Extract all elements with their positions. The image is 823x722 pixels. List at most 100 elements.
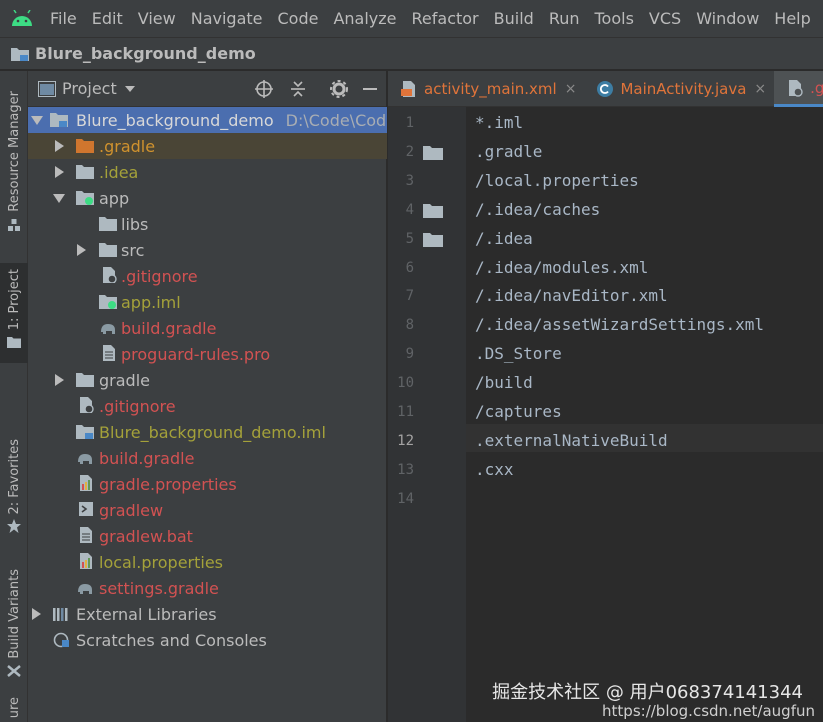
tree-row-project-iml[interactable]: Blure_background_demo.iml bbox=[28, 419, 387, 445]
tree-row-libs[interactable]: libs bbox=[28, 211, 387, 237]
star-icon bbox=[7, 518, 21, 533]
menu-bar: File Edit View Navigate Code Analyze Ref… bbox=[0, 0, 823, 37]
close-icon[interactable]: × bbox=[565, 81, 577, 97]
tree-row-local-properties[interactable]: local.properties bbox=[28, 549, 387, 575]
tab-gitignore[interactable]: .giti bbox=[774, 71, 823, 107]
java-class-icon bbox=[597, 81, 614, 97]
code-line: /build bbox=[475, 373, 533, 393]
tree-row-proguard[interactable]: proguard-rules.pro bbox=[28, 341, 387, 367]
chevron-right-icon[interactable] bbox=[55, 374, 64, 386]
resource-manager-tab[interactable]: Resource Manager bbox=[0, 91, 28, 232]
menu-help[interactable]: Help bbox=[774, 0, 810, 37]
menu-navigate[interactable]: Navigate bbox=[191, 0, 263, 37]
tree-label: gradlew bbox=[99, 500, 164, 520]
folder-icon bbox=[99, 243, 117, 257]
tree-row-app[interactable]: app bbox=[28, 185, 387, 211]
code-line: /.idea bbox=[475, 228, 533, 248]
menu-analyze[interactable]: Analyze bbox=[333, 0, 396, 37]
tree-label: build.gradle bbox=[99, 448, 195, 468]
gear-icon[interactable] bbox=[330, 80, 348, 98]
code-line: /local.properties bbox=[475, 170, 639, 190]
tree-label: gradle.properties bbox=[99, 474, 237, 494]
watermark-url: https://blog.csdn.net/augfun bbox=[602, 702, 815, 720]
tree-row-app-build-gradle[interactable]: build.gradle bbox=[28, 315, 387, 341]
line-number: 11 bbox=[397, 404, 414, 420]
tree-row-gradle-properties[interactable]: gradle.properties bbox=[28, 471, 387, 497]
tree-row-gradle-folder[interactable]: gradle bbox=[28, 367, 387, 393]
menu-tools[interactable]: Tools bbox=[595, 0, 634, 37]
tree-row-external-libraries[interactable]: External Libraries bbox=[28, 601, 387, 627]
tab-mainactivity-java[interactable]: MainActivity.java × bbox=[584, 71, 774, 107]
menu-view[interactable]: View bbox=[138, 0, 176, 37]
collapse-all-icon[interactable] bbox=[289, 80, 307, 98]
project-panel-header: Project bbox=[28, 71, 386, 107]
properties-file-icon bbox=[80, 553, 92, 569]
chevron-right-icon[interactable] bbox=[55, 140, 64, 152]
excluded-folder-icon bbox=[76, 139, 94, 153]
line-number: 1 bbox=[405, 115, 414, 131]
bottom-tab[interactable]: ure bbox=[0, 697, 28, 718]
favorites-tab[interactable]: 2: Favorites bbox=[0, 439, 28, 533]
menu-file[interactable]: File bbox=[50, 0, 77, 37]
locate-icon[interactable] bbox=[255, 80, 273, 98]
tree-label: Scratches and Consoles bbox=[76, 630, 267, 650]
tree-row-idea[interactable]: .idea bbox=[28, 159, 387, 185]
menu-refactor[interactable]: Refactor bbox=[412, 0, 479, 37]
editor-tab-bar: activity_main.xml × MainActivity.java × … bbox=[388, 71, 823, 107]
close-icon[interactable]: × bbox=[754, 81, 766, 97]
bottom-tab-label: ure bbox=[6, 697, 22, 719]
tree-row-gradlew[interactable]: gradlew bbox=[28, 497, 387, 523]
tree-row-app-gitignore[interactable]: .gitignore bbox=[28, 263, 387, 289]
project-view-icon bbox=[38, 80, 56, 97]
chevron-right-icon[interactable] bbox=[32, 608, 41, 620]
tree-label: proguard-rules.pro bbox=[121, 344, 271, 364]
chevron-down-icon[interactable] bbox=[53, 194, 65, 203]
build-variants-tab[interactable]: Build Variants bbox=[0, 569, 28, 677]
project-view-selector[interactable]: Project bbox=[62, 79, 117, 98]
tree-label: src bbox=[121, 240, 145, 260]
chevron-right-icon[interactable] bbox=[55, 166, 64, 178]
code-line: /.idea/assetWizardSettings.xml bbox=[475, 315, 764, 335]
scratches-icon bbox=[53, 632, 69, 648]
breadcrumb[interactable]: Blure_background_demo bbox=[35, 44, 256, 63]
tree-label: local.properties bbox=[99, 552, 224, 572]
line-number: 13 bbox=[397, 461, 414, 478]
tree-row-app-iml[interactable]: app.iml bbox=[28, 289, 387, 315]
menu-build[interactable]: Build bbox=[494, 0, 534, 37]
menu-run[interactable]: Run bbox=[549, 0, 580, 37]
tree-row-src[interactable]: src bbox=[28, 237, 387, 263]
tab-label: .giti bbox=[810, 78, 823, 97]
project-tab[interactable]: 1: Project bbox=[0, 263, 28, 363]
tree-label: Blure_background_demoD:\Code\Code_f bbox=[76, 111, 387, 130]
menu-code[interactable]: Code bbox=[278, 0, 319, 37]
menu-edit[interactable]: Edit bbox=[92, 0, 123, 37]
chevron-right-icon[interactable] bbox=[77, 244, 86, 256]
navigation-bar: Blure_background_demo bbox=[0, 37, 823, 70]
code-editor[interactable]: *.iml .gradle/local.properties /.idea/cach… bbox=[466, 107, 823, 722]
tab-label: MainActivity.java bbox=[620, 80, 747, 98]
build-variants-icon bbox=[7, 664, 21, 677]
chevron-down-icon[interactable] bbox=[31, 116, 43, 125]
code-line: /.idea/navEditor.xml bbox=[475, 286, 668, 306]
tree-row-gradle-dir[interactable]: .gradle bbox=[28, 133, 387, 159]
minimize-icon[interactable] bbox=[361, 80, 379, 98]
code-line: /.idea/caches bbox=[475, 199, 601, 219]
tree-row-gitignore[interactable]: .gitignore bbox=[28, 393, 387, 419]
project-tab-label: 1: Project bbox=[6, 269, 22, 331]
tab-activity-main-xml[interactable]: activity_main.xml × bbox=[388, 71, 584, 107]
menu-vcs[interactable]: VCS bbox=[649, 0, 681, 37]
tree-row-gradlew-bat[interactable]: gradlew.bat bbox=[28, 523, 387, 549]
folder-icon bbox=[99, 217, 117, 231]
menu-window[interactable]: Window bbox=[696, 0, 759, 37]
tree-row-root[interactable]: Blure_background_demoD:\Code\Code_f bbox=[28, 107, 387, 133]
tree-label: Blure_background_demo.iml bbox=[99, 422, 326, 442]
line-number: 6 bbox=[405, 259, 414, 276]
chevron-down-icon[interactable] bbox=[124, 85, 135, 92]
line-number: 8 bbox=[405, 317, 414, 334]
tree-row-build-gradle[interactable]: build.gradle bbox=[28, 445, 387, 471]
code-line: .gradle bbox=[475, 141, 543, 161]
tree-row-settings-gradle[interactable]: settings.gradle bbox=[28, 575, 387, 601]
tree-label: .idea bbox=[99, 162, 139, 182]
android-module-icon bbox=[76, 191, 94, 205]
tree-row-scratches[interactable]: Scratches and Consoles bbox=[28, 627, 387, 653]
